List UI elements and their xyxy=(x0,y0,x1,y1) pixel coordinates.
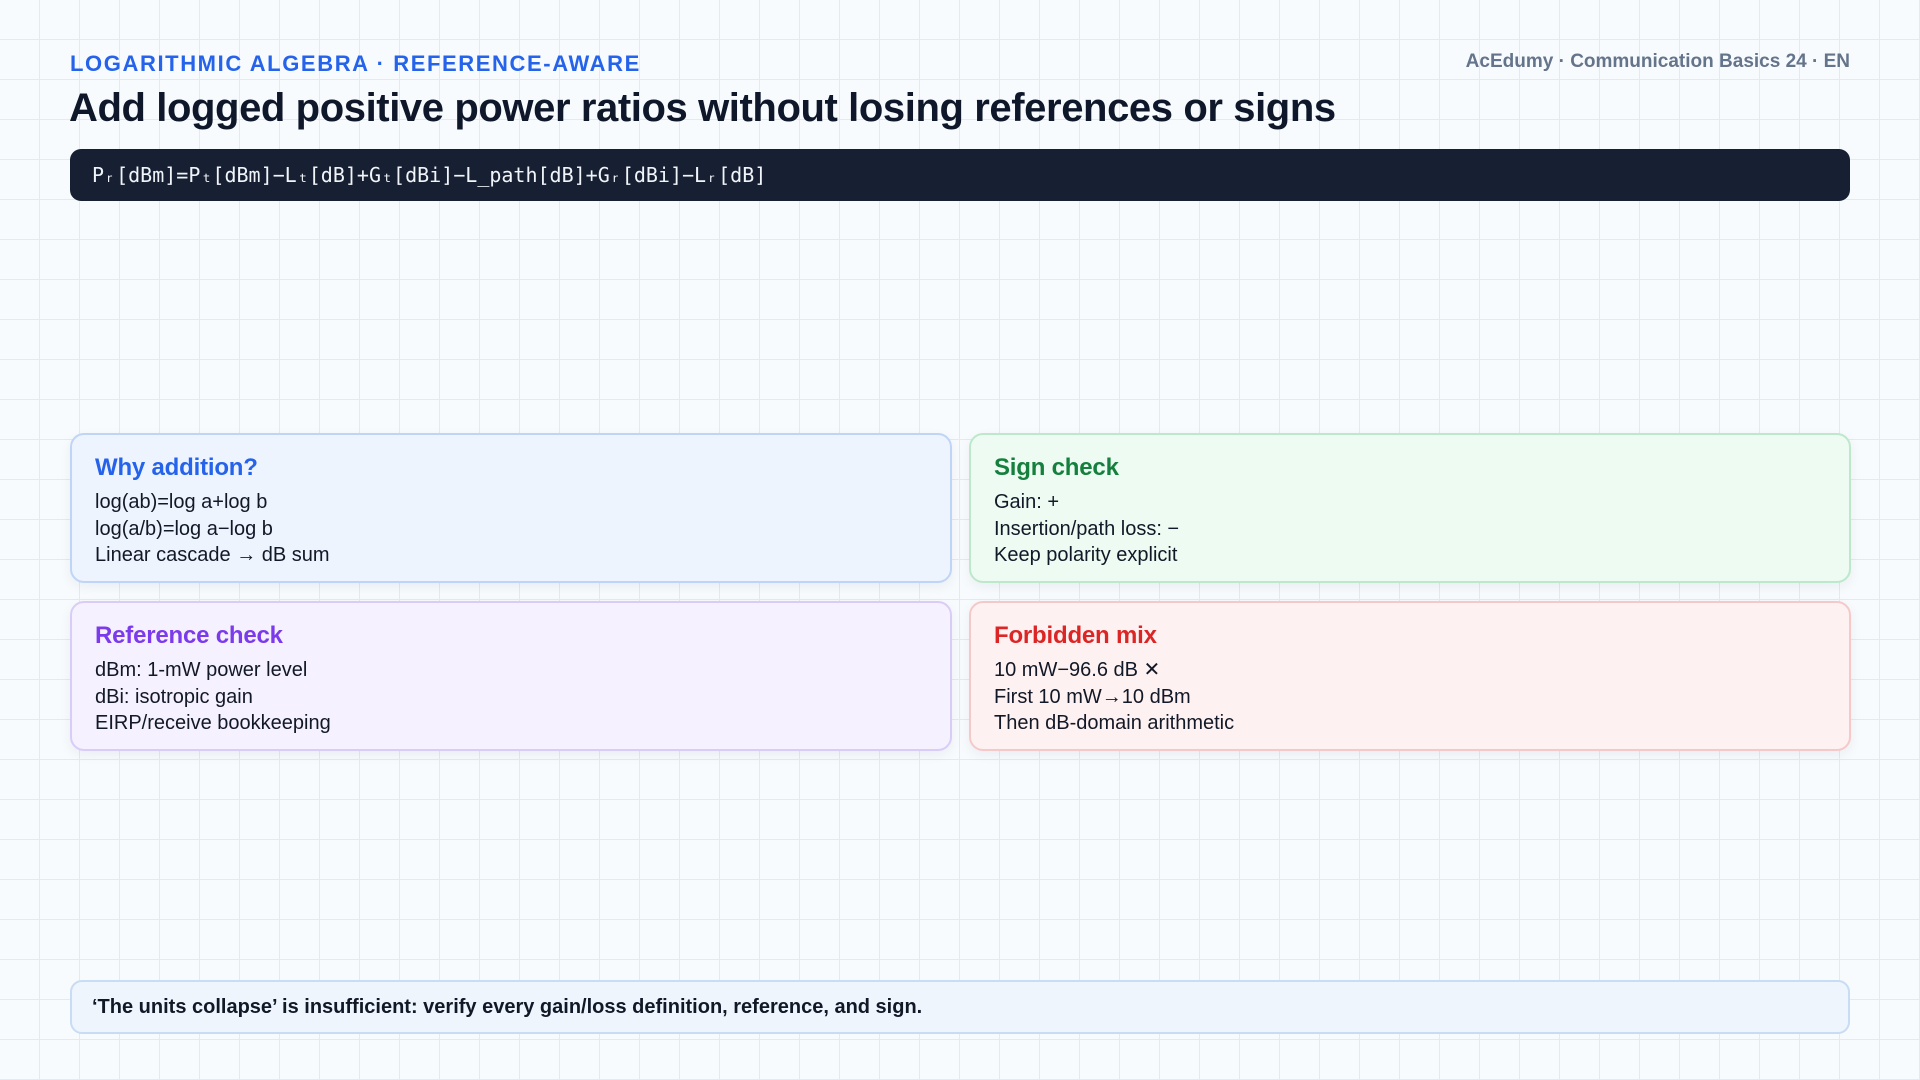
card-line: 10 mW−96.6 dB ✕ xyxy=(994,659,1161,681)
card-title: Reference check xyxy=(95,622,283,649)
card-lines: Gain: + Insertion/path loss: − Keep pola… xyxy=(994,489,1826,569)
card-line: dBi: isotropic gain xyxy=(95,685,253,708)
formula-bar: Pᵣ[dBm]=Pₜ[dBm]−Lₜ[dB]+Gₜ[dBi]−L_path[dB… xyxy=(70,149,1850,201)
card-sign-check: Sign check Gain: + Insertion/path loss: … xyxy=(969,433,1851,583)
card-line: Gain: + xyxy=(994,491,1060,513)
card-line: EIRP/receive bookkeeping xyxy=(95,712,331,734)
footer-note: ‘The units collapse’ is insufficient: ve… xyxy=(70,980,1850,1034)
card-lines: dBm: 1-mW power level dBi: isotropic gai… xyxy=(95,657,927,737)
card-forbidden-mix: Forbidden mix 10 mW−96.6 dB ✕ First 10 m… xyxy=(969,601,1851,751)
card-why-addition: Why addition? log(ab)=log a+log b log(a/… xyxy=(70,433,952,583)
card-title: Sign check xyxy=(994,454,1119,481)
card-lines: log(ab)=log a+log b log(a/b)=log a−log b… xyxy=(95,489,927,569)
page-title: Add logged positive power ratios without… xyxy=(69,86,1336,130)
course-meta: AcEdumy · Communication Basics 24 · EN xyxy=(1465,51,1850,72)
footer-note-text: ‘The units collapse’ is insufficient: ve… xyxy=(92,995,923,1018)
card-line: Linear cascade → dB sum xyxy=(95,544,330,566)
card-line: Insertion/path loss: − xyxy=(994,517,1180,540)
section-kicker: LOGARITHMIC ALGEBRA · REFERENCE-AWARE xyxy=(70,51,641,76)
card-line: dBm: 1-mW power level xyxy=(95,659,308,681)
card-title: Why addition? xyxy=(95,454,258,481)
card-title: Forbidden mix xyxy=(994,622,1157,649)
card-reference-check: Reference check dBm: 1-mW power level dB… xyxy=(70,601,952,751)
card-lines: 10 mW−96.6 dB ✕ First 10 mW→10 dBm Then … xyxy=(994,657,1826,737)
card-line: log(a/b)=log a−log b xyxy=(95,517,273,540)
link-budget-formula: Pᵣ[dBm]=Pₜ[dBm]−Lₜ[dB]+Gₜ[dBi]−L_path[dB… xyxy=(92,163,767,187)
card-line: First 10 mW→10 dBm xyxy=(994,685,1191,708)
card-line: log(ab)=log a+log b xyxy=(95,491,268,513)
card-line: Keep polarity explicit xyxy=(994,544,1178,566)
card-line: Then dB-domain arithmetic xyxy=(994,712,1235,734)
